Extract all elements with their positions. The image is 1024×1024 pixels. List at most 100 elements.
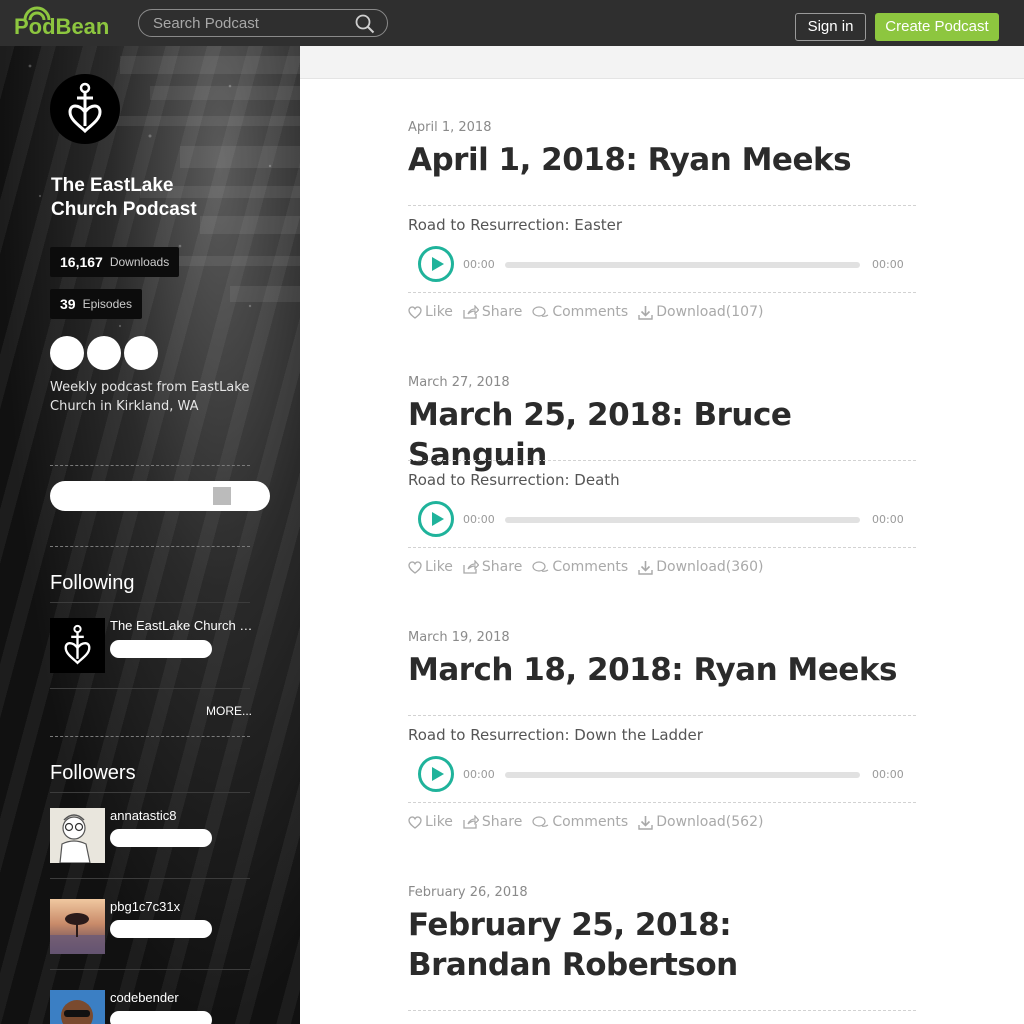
play-button[interactable] [418,246,454,282]
sign-in-button[interactable]: Sign in [795,13,866,41]
search-icon[interactable] [355,14,375,34]
download-icon [638,815,653,830]
play-button[interactable] [418,501,454,537]
follower-avatar[interactable] [50,808,105,863]
more-link[interactable]: MORE... [206,704,252,718]
episode-date: February 26, 2018 [408,885,528,900]
current-time: 00:00 [463,513,495,526]
podcast-title-line-1: The EastLake [51,175,174,196]
share-label: Share [481,814,523,830]
podbean-logo[interactable]: PodBean [14,6,109,40]
divider [408,547,916,548]
episode-title[interactable]: March 25, 2018: Bruce Sanguin [408,395,928,475]
episode-title[interactable]: March 18, 2018: Ryan Meeks [408,650,928,690]
share-button[interactable]: Share [463,814,522,830]
subscribe-button[interactable] [50,481,270,511]
download-label: Download(360) [656,559,764,575]
broadcast-arc-icon [23,6,51,21]
duration: 00:00 [872,768,904,781]
episode-actions: Like Share Comments Download(107) [408,304,773,320]
podcast-title[interactable]: The EastLake Church Podcast [51,174,251,222]
like-button[interactable]: Like [408,304,453,320]
social-share-button-3[interactable] [124,336,158,370]
progress-track[interactable] [505,262,860,268]
episode-subtitle: Road to Resurrection: Death [408,471,620,489]
follower-name[interactable]: annatastic8 [110,808,255,823]
like-label: Like [425,304,453,320]
current-time: 00:00 [463,258,495,271]
following-heading: Following [50,572,135,594]
episode-subtitle: Road to Resurrection: Easter [408,216,623,234]
search-input[interactable] [153,13,348,33]
follower-action-button[interactable] [110,829,212,847]
podcast-logo[interactable] [50,74,120,144]
play-button[interactable] [418,756,454,792]
divider [408,715,916,716]
progress-track[interactable] [505,772,860,778]
search-box[interactable] [138,9,388,37]
follower-avatar[interactable] [50,899,105,954]
follower-action-button[interactable] [110,920,212,938]
downloads-count: 16,167 [60,254,103,270]
comments-icon [532,815,549,827]
podcast-title-line-2: Church Podcast [51,199,197,220]
divider [50,736,250,737]
social-share-button-2[interactable] [87,336,121,370]
heart-icon [408,305,422,319]
comments-button[interactable]: Comments [532,814,628,830]
comments-label: Comments [552,814,629,830]
subscribe-icon [213,487,231,505]
share-icon [463,560,479,574]
follower-action-button[interactable] [110,1011,212,1024]
following-action-button[interactable] [110,640,212,658]
heart-icon [408,560,422,574]
download-icon [638,305,653,320]
cartoon-avatar-icon [59,814,91,863]
like-button[interactable]: Like [408,814,453,830]
episodes-label: Episodes [82,297,132,311]
podcast-description: Weekly podcast from EastLake Church in K… [50,380,250,414]
podcast-sidebar: The EastLake Church Podcast 16,167 Downl… [0,46,300,1024]
episode-title[interactable]: February 25, 2018: Brandan Robertson [408,905,848,985]
divider [50,969,250,970]
divider [408,460,916,461]
share-icon [463,815,479,829]
content-toolbar [300,46,1024,79]
download-button[interactable]: Download(107) [638,304,763,320]
episode-date: April 1, 2018 [408,120,492,135]
comments-button[interactable]: Comments [532,304,628,320]
follower-avatar[interactable] [50,990,105,1024]
episode-title[interactable]: April 1, 2018: Ryan Meeks [408,140,928,180]
social-share-button-1[interactable] [50,336,84,370]
divider [50,546,250,547]
like-button[interactable]: Like [408,559,453,575]
share-button[interactable]: Share [463,559,522,575]
episode-actions: Like Share Comments Download(562) [408,814,773,830]
follower-name[interactable]: codebender [110,990,255,1005]
create-podcast-button[interactable]: Create Podcast [875,13,999,41]
divider [408,1010,916,1011]
tree-landscape-icon [50,913,105,954]
top-navigation-bar: PodBean Sign in Create Podcast [0,0,1024,46]
following-podcast-name[interactable]: The EastLake Church Podcast [110,618,255,633]
episode-actions: Like Share Comments Download(360) [408,559,773,575]
download-label: Download(562) [656,814,764,830]
duration: 00:00 [872,513,904,526]
follower-name[interactable]: pbg1c7c31x [110,899,255,914]
download-button[interactable]: Download(562) [638,814,763,830]
divider [50,602,250,603]
followers-heading: Followers [50,762,136,784]
share-label: Share [481,559,523,575]
downloads-label: Downloads [109,255,170,269]
person-photo-icon [61,1000,93,1024]
episode-date: March 27, 2018 [408,375,510,390]
comments-label: Comments [552,559,629,575]
progress-track[interactable] [505,517,860,523]
download-button[interactable]: Download(360) [638,559,763,575]
comments-button[interactable]: Comments [532,559,628,575]
following-podcast-thumbnail[interactable] [50,618,105,673]
divider [408,292,916,293]
share-button[interactable]: Share [463,304,522,320]
divider [50,688,250,689]
current-time: 00:00 [463,768,495,781]
